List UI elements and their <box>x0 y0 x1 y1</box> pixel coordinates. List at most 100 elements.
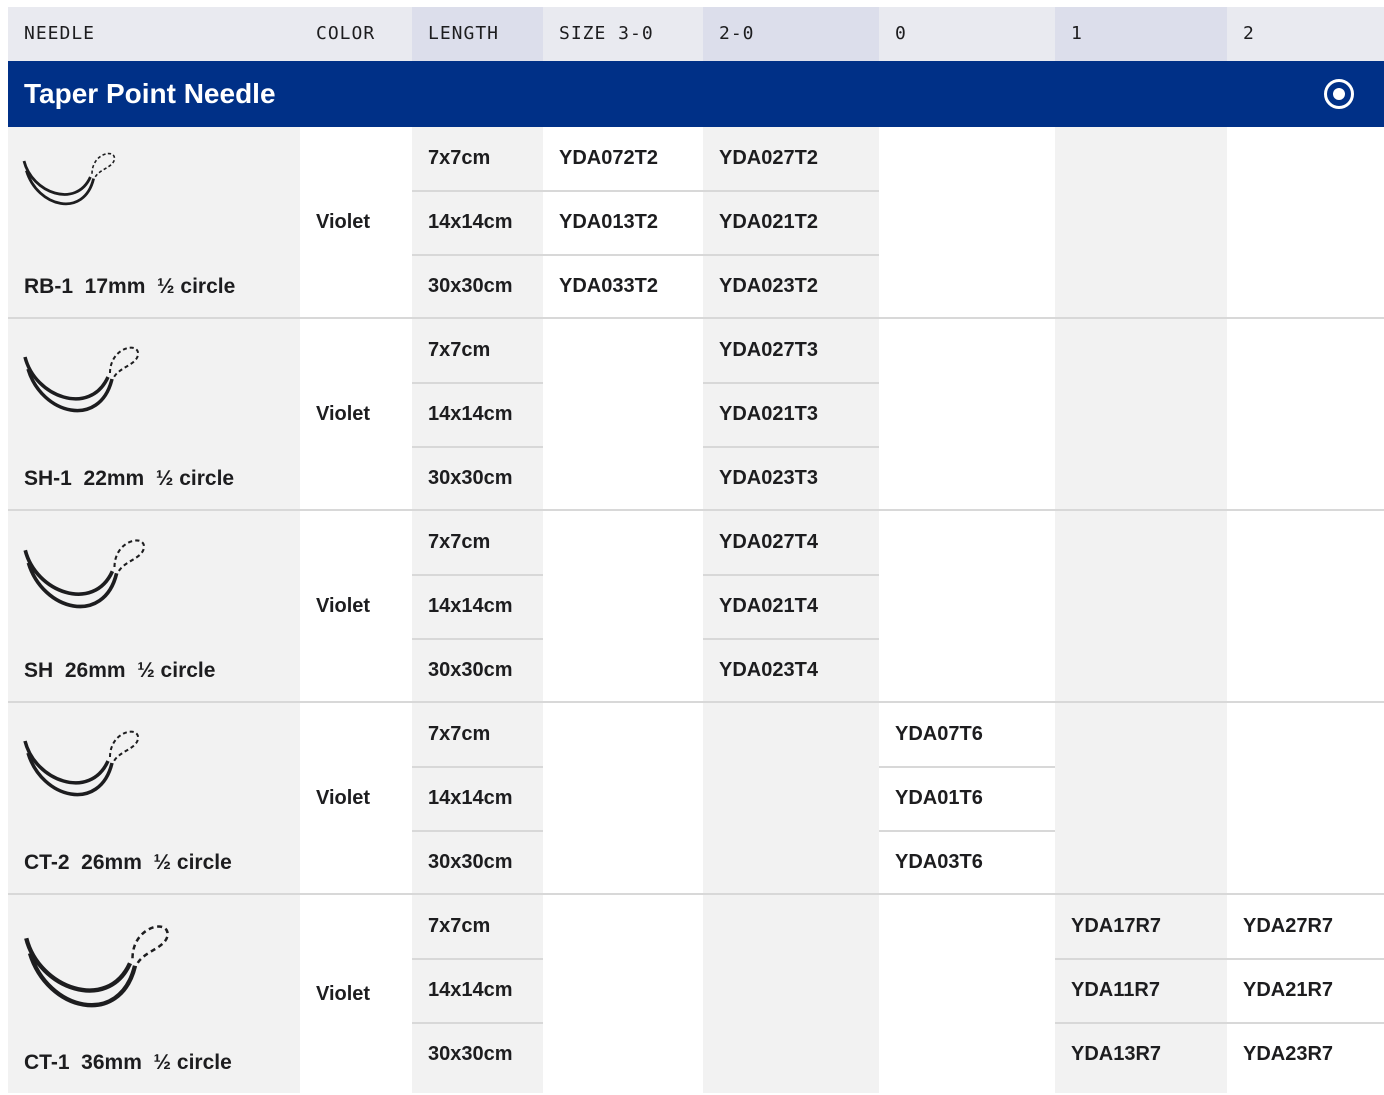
col-header-color: COLOR <box>316 23 376 44</box>
sku-cell <box>879 383 1055 445</box>
needle-icon <box>23 539 145 609</box>
sku-cell <box>879 511 1055 573</box>
needle-label: CT-2 26mm ½ circle <box>24 851 232 874</box>
length-cell: 30x30cm <box>428 275 513 297</box>
length-cell: 30x30cm <box>428 659 513 681</box>
table-row: SH-1 22mm ½ circle Violet 7x7cm 14x14cm 30x3… <box>8 317 1384 509</box>
radio-selected-icon[interactable] <box>1324 79 1354 109</box>
length-cell: 30x30cm <box>428 851 513 873</box>
col-header-needle: NEEDLE <box>24 23 96 44</box>
sku-cell <box>879 191 1055 253</box>
length-cell: 7x7cm <box>428 915 491 937</box>
needle-cell: RB-1 17mm ½ circle <box>8 127 300 317</box>
color-cell: Violet <box>316 402 371 425</box>
needle-icon <box>22 152 116 206</box>
sku-cell <box>703 767 879 829</box>
length-cell: 7x7cm <box>428 339 491 361</box>
sku-cell: YDA021T2 <box>719 211 818 233</box>
length-cell: 14x14cm <box>428 787 513 809</box>
sku-cell <box>1055 767 1227 829</box>
sku-cell <box>1055 831 1227 893</box>
col-header-size-3-0: SIZE 3-0 <box>559 23 654 44</box>
sku-cell: YDA021T3 <box>719 403 818 425</box>
sku-cell <box>1227 511 1384 573</box>
sku-cell <box>1227 575 1384 637</box>
table-row: SH 26mm ½ circle Violet 7x7cm 14x14cm 30x30c… <box>8 509 1384 701</box>
color-cell: Violet <box>316 786 371 809</box>
color-cell: Violet <box>316 594 371 617</box>
length-cell: 30x30cm <box>428 1043 513 1065</box>
table-header: NEEDLE COLOR LENGTH SIZE 3-0 2-0 0 1 2 <box>8 7 1384 61</box>
sku-cell <box>879 127 1055 189</box>
sku-cell <box>1055 511 1227 573</box>
sku-cell <box>879 447 1055 509</box>
sku-cell: YDA13R7 <box>1071 1043 1162 1065</box>
col-header-size-2-0: 2-0 <box>703 7 879 61</box>
sku-cell <box>543 767 703 829</box>
sku-cell <box>1055 319 1227 381</box>
needle-label: RB-1 17mm ½ circle <box>24 275 236 298</box>
needle-cell: SH-1 22mm ½ circle <box>8 319 300 509</box>
sku-cell: YDA027T2 <box>719 147 818 169</box>
color-cell: Violet <box>316 210 371 233</box>
sku-cell: YDA27R7 <box>1243 915 1334 937</box>
sku-cell <box>543 447 703 509</box>
sku-cell: YDA17R7 <box>1071 915 1162 937</box>
sku-cell <box>1055 575 1227 637</box>
sku-cell: YDA072T2 <box>559 147 658 169</box>
sku-cell <box>543 895 703 957</box>
sku-cell: YDA023T4 <box>719 659 818 681</box>
needle-icon <box>23 346 139 413</box>
needle-label: SH 26mm ½ circle <box>24 659 216 682</box>
col-header-length: LENGTH <box>412 7 543 61</box>
col-header-size-1: 1 <box>1055 7 1227 61</box>
sku-cell <box>543 831 703 893</box>
sku-cell <box>1227 319 1384 381</box>
sku-cell <box>1227 127 1384 189</box>
length-cell: 7x7cm <box>428 723 491 745</box>
sku-cell <box>1227 255 1384 317</box>
sku-cell <box>1055 191 1227 253</box>
color-cell: Violet <box>316 982 371 1005</box>
sku-cell: YDA027T3 <box>719 339 818 361</box>
sku-cell <box>1227 703 1384 765</box>
section-taper-point-needle[interactable]: Taper Point Needle <box>8 61 1384 127</box>
table-row: CT-1 36mm ½ circle Violet 7x7cm 14x14cm 30x3… <box>8 893 1384 1093</box>
sku-cell <box>1055 255 1227 317</box>
sku-cell <box>1227 831 1384 893</box>
length-cell: 7x7cm <box>428 531 491 553</box>
sku-cell: YDA027T4 <box>719 531 818 553</box>
needle-label: CT-1 36mm ½ circle <box>24 1051 232 1074</box>
sku-cell <box>1055 703 1227 765</box>
sku-cell <box>703 895 879 957</box>
sku-cell: YDA23R7 <box>1243 1043 1334 1065</box>
sku-cell <box>1055 127 1227 189</box>
sku-cell <box>543 703 703 765</box>
product-table: NEEDLE COLOR LENGTH SIZE 3-0 2-0 0 1 2 T… <box>8 7 1384 1093</box>
needle-cell: CT-2 26mm ½ circle <box>8 703 300 893</box>
section-title: Taper Point Needle <box>24 78 276 109</box>
sku-cell <box>1227 767 1384 829</box>
sku-cell <box>1227 383 1384 445</box>
sku-cell <box>703 959 879 1021</box>
sku-cell <box>879 575 1055 637</box>
sku-cell: YDA033T2 <box>559 275 658 297</box>
sku-cell: YDA21R7 <box>1243 979 1334 1001</box>
table-body: RB-1 17mm ½ circle Violet 7x7cm 14x14cm 30x3… <box>8 127 1384 1093</box>
table-row: RB-1 17mm ½ circle Violet 7x7cm 14x14cm 30x3… <box>8 127 1384 317</box>
sku-cell <box>1227 639 1384 701</box>
sku-cell <box>1055 383 1227 445</box>
sku-cell <box>1227 191 1384 253</box>
col-header-size-2: 2 <box>1243 23 1255 44</box>
sku-cell <box>879 255 1055 317</box>
sku-cell <box>703 1023 879 1085</box>
col-header-size-0: 0 <box>895 23 907 44</box>
sku-cell <box>879 959 1055 1021</box>
sku-cell: YDA11R7 <box>1071 979 1160 1001</box>
sku-cell <box>543 511 703 573</box>
sku-cell: YDA023T3 <box>719 467 818 489</box>
sku-cell <box>543 383 703 445</box>
sku-cell <box>1055 639 1227 701</box>
length-cell: 14x14cm <box>428 979 513 1001</box>
table-row: CT-2 26mm ½ circle Violet 7x7cm 14x14cm 30x3… <box>8 701 1384 893</box>
